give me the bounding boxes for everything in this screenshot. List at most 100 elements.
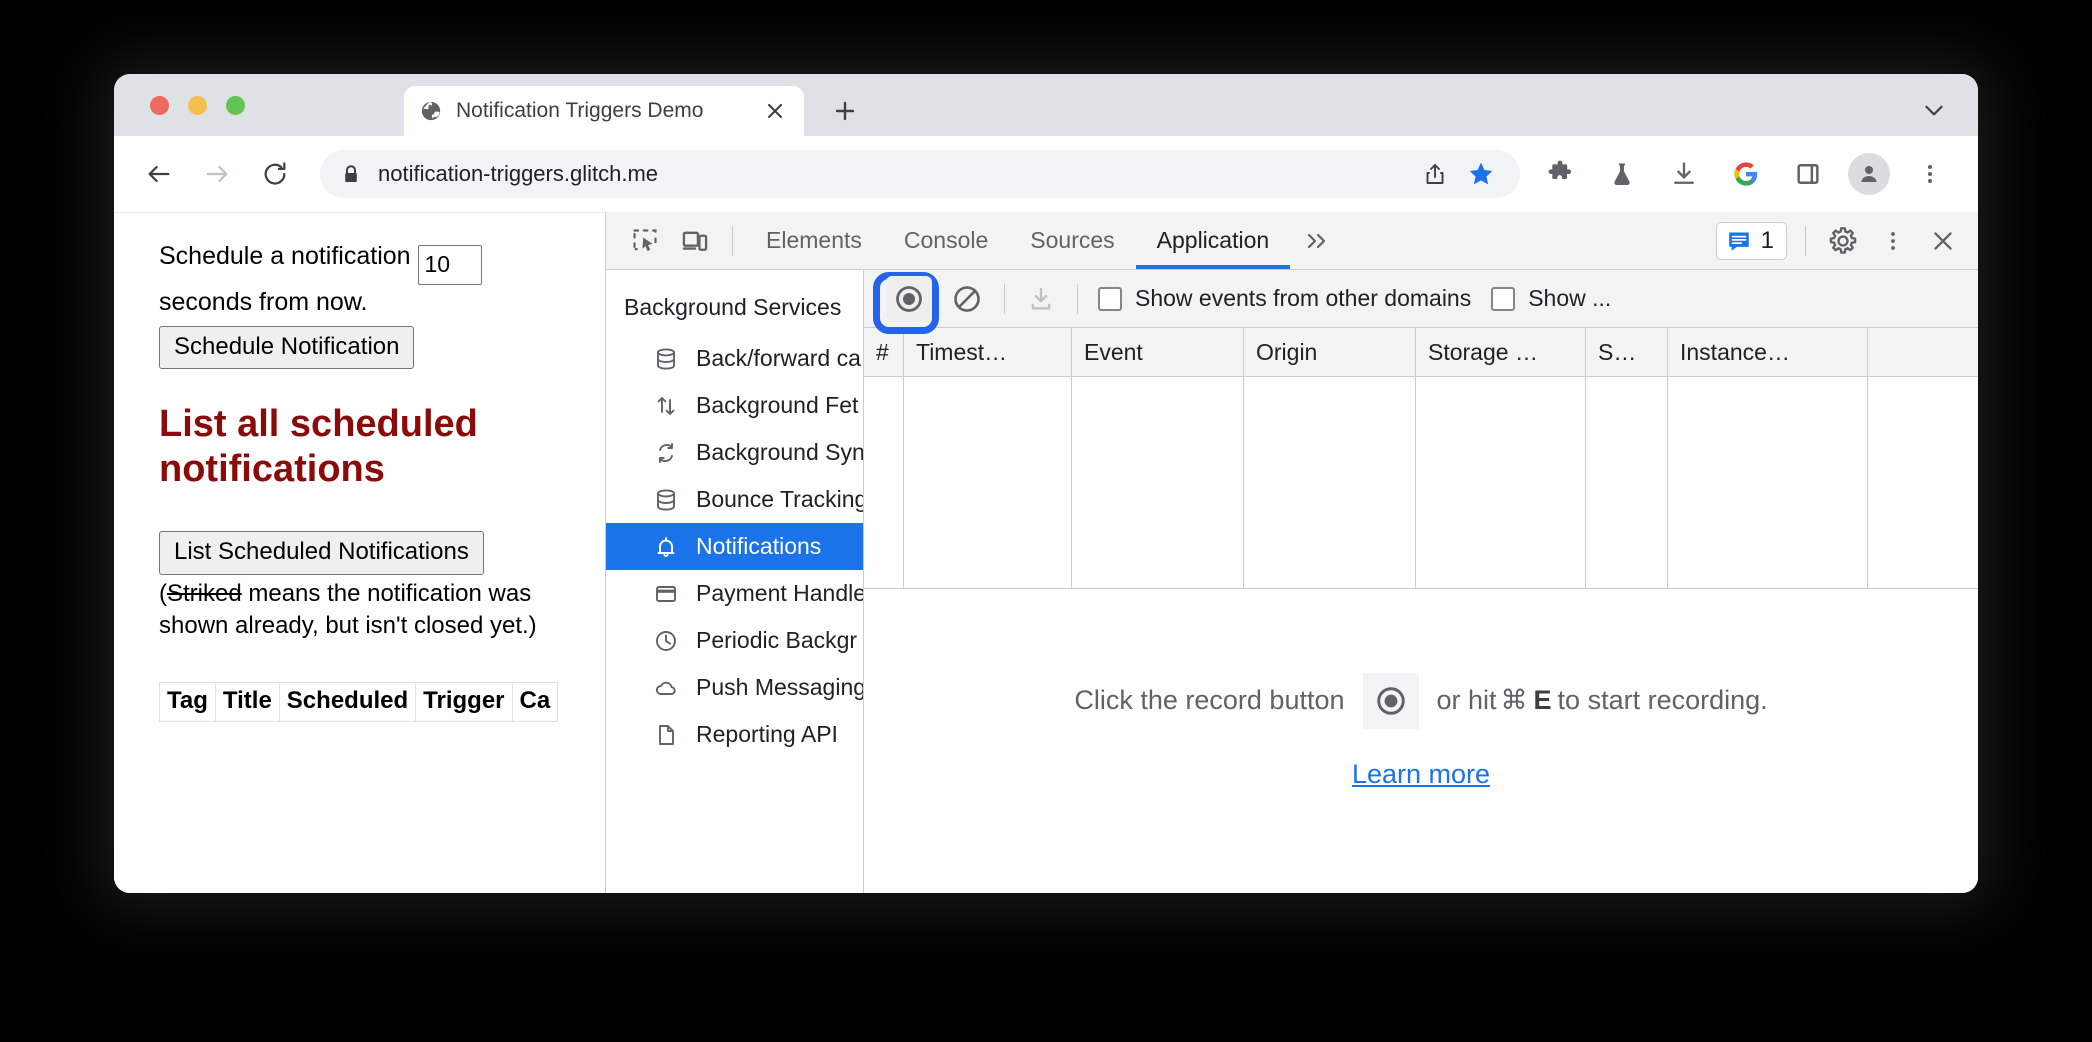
download-icon[interactable] (1019, 277, 1063, 321)
browser-toolbar: notification-triggers.glitch.me (114, 136, 1978, 212)
devtools-tab-bar: Elements Console Sources Application 1 (606, 212, 1978, 270)
tab-console[interactable]: Console (883, 213, 1009, 269)
lock-icon (342, 164, 362, 184)
toolbar-divider-3 (1004, 283, 1005, 314)
column-header-instance-id[interactable]: Instance… (1668, 328, 1868, 376)
side-panel-icon[interactable] (1786, 152, 1830, 196)
empty-state-suffix: to start recording. (1557, 685, 1768, 715)
toolbar-divider-4 (1077, 283, 1078, 314)
column-header-index[interactable]: # (864, 328, 904, 376)
labs-flask-icon[interactable] (1600, 152, 1644, 196)
data-grid-empty-rows (864, 377, 1978, 589)
sidebar-item-label: Payment Handle (696, 580, 864, 606)
grid-cell-placeholder (1668, 377, 1868, 588)
schedule-button-wrap: Schedule Notification (159, 326, 605, 370)
sidebar-item-label: Reporting API (696, 721, 838, 747)
tab-elements[interactable]: Elements (745, 213, 883, 269)
gear-icon[interactable] (1818, 218, 1868, 264)
toolbar-divider (732, 225, 733, 256)
sidebar-item-label: Periodic Backgr (696, 627, 858, 653)
grid-cell-placeholder (1244, 377, 1416, 588)
sidebar-item-notifications[interactable]: Notifications (606, 523, 863, 570)
sidebar-item-back-forward-cache[interactable]: Back/forward ca (606, 335, 863, 382)
checkbox-box[interactable] (1491, 286, 1516, 311)
column-header-origin[interactable]: Origin (1244, 328, 1416, 376)
window-traffic-lights (150, 96, 245, 115)
content-area: Schedule a notification seconds from now… (114, 212, 1978, 893)
forward-button[interactable] (194, 151, 240, 197)
close-icon[interactable] (1918, 218, 1968, 264)
tab-application[interactable]: Application (1135, 213, 1291, 269)
column-header-event[interactable]: Event (1072, 328, 1244, 376)
share-icon[interactable] (1414, 153, 1456, 195)
sidebar-item-background-sync[interactable]: Background Syn (606, 429, 863, 476)
sidebar-item-label: Notifications (696, 533, 822, 559)
device-toolbar-icon[interactable] (670, 218, 720, 264)
seconds-input[interactable] (417, 244, 482, 285)
sidebar-item-label: Background Syn (696, 439, 864, 465)
sidebar-item-background-fetch[interactable]: Background Fet (606, 382, 863, 429)
sidebar-item-label: Background Fet (696, 392, 859, 418)
schedule-form: Schedule a notification seconds from now… (159, 239, 579, 319)
sidebar-item-label: Back/forward ca (696, 345, 861, 371)
tab-sources[interactable]: Sources (1009, 213, 1135, 269)
bookmark-star-icon[interactable] (1460, 153, 1502, 195)
empty-state-message: Click the record button or hit ⌘ E to st… (864, 589, 1978, 893)
sidebar-section-title: Background Services (624, 294, 842, 320)
devtools-panel: Elements Console Sources Application 1 B… (605, 212, 1978, 893)
sidebar-item-payment-handler[interactable]: Payment Handle (606, 570, 863, 617)
strike-note: (Striked means the notification was show… (159, 578, 559, 643)
screenshot-stage: Notification Triggers Demo notification-… (0, 0, 2092, 1042)
sidebar-item-push-messaging[interactable]: Push Messaging (606, 664, 863, 711)
schedule-notification-button[interactable]: Schedule Notification (159, 326, 415, 370)
column-header-storage-key[interactable]: Storage … (1416, 328, 1586, 376)
table-header-trigger: Trigger (415, 682, 513, 723)
letter-key-glyph: E (1533, 685, 1552, 715)
extensions-puzzle-icon[interactable] (1538, 152, 1582, 196)
downloads-icon[interactable] (1662, 152, 1706, 196)
checkbox-box[interactable] (1098, 286, 1122, 311)
record-button[interactable] (886, 275, 932, 322)
inspect-element-icon[interactable] (620, 218, 670, 264)
learn-more-link[interactable]: Learn more (1352, 759, 1490, 790)
checkbox-show-more[interactable]: Show ... (1491, 285, 1611, 312)
empty-state-prefix: Click the record button (1074, 685, 1345, 715)
devtools-sidebar: Background Services Back/forward ca Back… (606, 270, 864, 893)
checkbox-show-events-other-domains[interactable]: Show events from other domains (1098, 285, 1471, 312)
clear-button[interactable] (944, 276, 990, 322)
profile-avatar-icon[interactable] (1848, 153, 1890, 195)
browser-tab[interactable]: Notification Triggers Demo (404, 86, 804, 136)
chevron-down-icon[interactable] (1914, 90, 1954, 130)
note-strike-word: Striked (167, 579, 242, 607)
column-header-timestamp[interactable]: Timest… (904, 328, 1072, 376)
list-button-wrap: List Scheduled Notifications (159, 531, 605, 575)
chrome-menu-icon[interactable] (1908, 152, 1952, 196)
schedule-label-suffix: seconds from now. (159, 287, 368, 316)
tab-close-icon[interactable] (762, 98, 788, 124)
sidebar-item-periodic-background-sync[interactable]: Periodic Backgr (606, 617, 863, 664)
list-scheduled-notifications-button[interactable]: List Scheduled Notifications (159, 531, 484, 575)
scheduled-notifications-table: Tag Title Scheduled Trigger Ca (159, 682, 559, 723)
record-icon[interactable] (1362, 672, 1419, 729)
sidebar-item-bounce-tracking[interactable]: Bounce Tracking (606, 476, 863, 523)
column-header-swscope[interactable]: S… (1586, 328, 1668, 376)
sidebar-item-reporting-api[interactable]: Reporting API (606, 711, 863, 758)
document-icon (652, 721, 680, 749)
page-heading: List all scheduled notifications (159, 403, 478, 490)
more-vertical-icon[interactable] (1868, 218, 1918, 264)
new-tab-button[interactable] (826, 92, 864, 130)
window-close-button[interactable] (150, 96, 169, 115)
window-maximize-button[interactable] (226, 96, 245, 115)
address-bar[interactable]: notification-triggers.glitch.me (320, 150, 1520, 198)
window-minimize-button[interactable] (188, 96, 207, 115)
back-button[interactable] (136, 151, 182, 197)
reload-button[interactable] (252, 151, 298, 197)
google-g-icon[interactable] (1724, 152, 1768, 196)
table-header-scheduled: Scheduled (278, 682, 417, 723)
more-tabs-icon[interactable] (1290, 218, 1346, 264)
console-messages-badge[interactable]: 1 (1715, 221, 1787, 260)
browser-window: Notification Triggers Demo notification-… (114, 74, 1978, 893)
grid-cell-placeholder (1586, 377, 1668, 588)
browser-tab-title: Notification Triggers Demo (456, 99, 704, 122)
cmd-key-glyph: ⌘ (1500, 685, 1528, 715)
